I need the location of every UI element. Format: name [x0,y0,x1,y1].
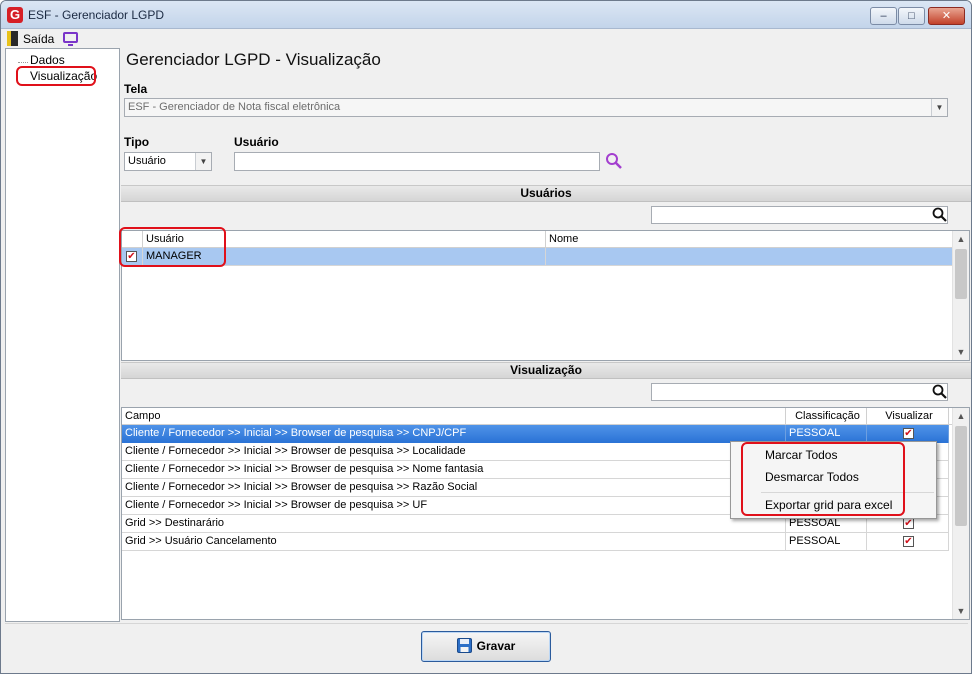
scroll-thumb[interactable] [955,426,967,526]
app-window: G ESF - Gerenciador LGPD – □ ✕ Saída Dad… [0,0,972,674]
scroll-up-icon[interactable]: ▲ [953,408,969,424]
users-grid: Usuário Nome ✔ MANAGER ▲ ▼ [121,230,970,361]
row-select-cell[interactable]: ✔ [122,248,143,266]
save-button-label: Gravar [476,639,516,653]
cell-campo: Cliente / Fornecedor >> Inicial >> Brows… [122,497,786,515]
search-icon[interactable] [931,383,949,401]
app-logo-icon: G [7,7,23,23]
column-header-campo[interactable]: Campo [122,408,786,425]
tree-item-visualizacao[interactable]: Visualização [28,69,99,83]
cell-campo: Cliente / Fornecedor >> Inicial >> Brows… [122,479,786,497]
menu-item-exportar-excel[interactable]: Exportar grid para excel [765,498,892,512]
chevron-down-icon[interactable]: ▼ [195,153,211,170]
scroll-thumb[interactable] [955,249,967,299]
row-checkbox[interactable]: ✔ [126,251,137,262]
vis-filter-input[interactable] [651,383,948,401]
close-button[interactable]: ✕ [928,7,965,25]
search-icon[interactable] [605,152,623,170]
cell-visualizar[interactable]: ✔ [867,533,949,551]
exit-door-icon[interactable] [7,31,18,46]
menu-bar [1,29,971,48]
users-section-header: Usuários [121,185,971,202]
usuario-input[interactable] [234,152,600,171]
column-header-classificacao[interactable]: Classificação [786,408,867,425]
window-title: ESF - Gerenciador LGPD [28,8,165,22]
scroll-up-icon[interactable]: ▲ [953,231,969,247]
column-header-nome[interactable]: Nome [546,231,953,248]
select-column-header [122,231,143,248]
cell-campo: Cliente / Fornecedor >> Inicial >> Brows… [122,461,786,479]
visualizar-checkbox[interactable]: ✔ [903,518,914,529]
vis-grid-header: Campo Classificação Visualizar [122,408,953,425]
footer-divider [5,623,968,624]
table-row[interactable]: Grid >> Usuário Cancelamento PESSOAL ✔ [122,533,949,551]
tree-item-dados[interactable]: Dados [28,53,67,67]
cell-campo: Grid >> Destinarário [122,515,786,533]
usuario-label: Usuário [234,135,279,149]
vis-scrollbar[interactable]: ▲ ▼ [952,408,969,619]
tipo-label: Tipo [124,135,150,149]
users-scrollbar[interactable]: ▲ ▼ [952,231,969,360]
maximize-button[interactable]: □ [898,7,925,25]
cell-campo: Grid >> Usuário Cancelamento [122,533,786,551]
cell-campo: Cliente / Fornecedor >> Inicial >> Brows… [122,425,786,443]
menu-item-marcar-todos[interactable]: Marcar Todos [765,448,837,462]
visualizar-checkbox[interactable]: ✔ [903,428,914,439]
tela-select-value: ESF - Gerenciador de Nota fiscal eletrôn… [128,101,341,113]
tipo-select-value: Usuário [128,155,166,167]
visualizar-checkbox[interactable]: ✔ [903,536,914,547]
users-grid-header: Usuário Nome [122,231,953,248]
column-header-usuario[interactable]: Usuário [143,231,546,248]
menu-separator [761,492,934,493]
save-button[interactable]: Gravar [421,631,551,662]
users-filter-input[interactable] [651,206,948,224]
scroll-down-icon[interactable]: ▼ [953,344,969,360]
monitor-icon[interactable] [63,32,78,46]
tela-label: Tela [124,82,148,96]
navigation-tree: Dados Visualização [5,48,120,622]
cell-campo: Cliente / Fornecedor >> Inicial >> Brows… [122,443,786,461]
tipo-select[interactable]: Usuário ▼ [124,152,212,171]
context-menu: Marcar Todos Desmarcar Todos Exportar gr… [730,441,937,519]
tela-select[interactable]: ESF - Gerenciador de Nota fiscal eletrôn… [124,98,948,117]
minimize-button[interactable]: – [870,7,897,25]
search-icon[interactable] [931,206,949,224]
tree-connector [18,62,28,63]
cell-usuario: MANAGER [143,248,546,266]
title-bar: G ESF - Gerenciador LGPD – □ ✕ [1,1,971,29]
floppy-disk-icon [456,638,472,653]
page-title: Gerenciador LGPD - Visualização [126,50,381,69]
main-panel: Gerenciador LGPD - Visualização Tela ESF… [119,48,971,622]
column-header-visualizar[interactable]: Visualizar [867,408,949,425]
scroll-down-icon[interactable]: ▼ [953,603,969,619]
cell-classificacao: PESSOAL [786,533,867,551]
table-row[interactable]: ✔ MANAGER [122,248,953,266]
cell-nome [546,248,953,266]
menu-item-desmarcar-todos[interactable]: Desmarcar Todos [765,470,859,484]
menu-exit[interactable]: Saída [23,32,54,46]
chevron-down-icon[interactable]: ▼ [931,99,947,116]
vis-section-header: Visualização [121,362,971,379]
